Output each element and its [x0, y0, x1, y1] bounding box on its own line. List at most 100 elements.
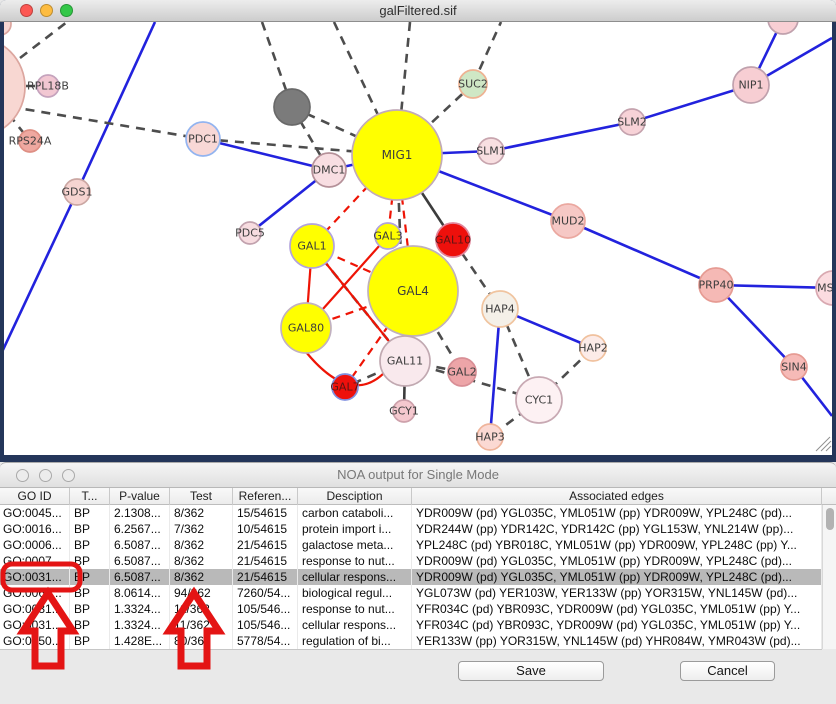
table-row[interactable]: GO:0031...BP6.5087...8/36221/54615cellul… — [0, 569, 822, 585]
traffic-lights-inactive — [16, 469, 75, 482]
table-row[interactable]: GO:0031...BP1.3324...11/362105/546...res… — [0, 601, 822, 617]
cell-p_value: 2.1308... — [110, 505, 170, 521]
node-GAL11[interactable]: GAL11 — [380, 336, 430, 386]
cell-p_value: 6.2567... — [110, 521, 170, 537]
table-row[interactable]: GO:0031...BP1.3324...11/362105/546...cel… — [0, 617, 822, 633]
cell-p_value: 1.3324... — [110, 601, 170, 617]
cell-reference: 105/546... — [233, 617, 298, 633]
column-header-description[interactable]: Desciption — [298, 488, 412, 505]
minimize-icon[interactable] — [40, 4, 53, 17]
cell-test: 94/362 — [170, 585, 233, 601]
noa-window-title: NOA output for Single Mode — [0, 463, 836, 487]
table-row[interactable]: GO:0016...BP6.2567...7/36210/54615protei… — [0, 521, 822, 537]
node-GAL7[interactable]: GAL7 — [330, 374, 359, 400]
network-canvas[interactable]: RPL18B RPS24A GDS1 PDC1 MIG1 SUC2 SLM1 DMC1 PDC5… — [4, 22, 832, 455]
table-row[interactable]: GO:0050...BP1.428E...80/3625778/54...reg… — [0, 633, 822, 649]
node-PDC1[interactable]: PDC1 — [186, 122, 220, 156]
table-row[interactable]: GO:0065...BP8.0614...94/3627260/54...bio… — [0, 585, 822, 601]
node-CYC1[interactable]: CYC1 — [516, 377, 562, 423]
node-corner-top-left[interactable] — [4, 22, 11, 35]
close-icon[interactable] — [20, 4, 33, 17]
node-DMC1[interactable]: DMC1 — [312, 153, 346, 187]
cell-reference: 7260/54... — [233, 585, 298, 601]
cell-description: regulation of bi... — [298, 633, 412, 649]
node-label-GAL80: GAL80 — [288, 322, 324, 335]
graph-window-title: galFiltered.sif — [0, 0, 836, 21]
cell-type: BP — [70, 505, 110, 521]
cell-associated_edges: YFR034C (pd) YBR093C, YDR009W (pd) YGL03… — [412, 617, 822, 633]
traffic-lights — [20, 4, 73, 17]
cell-reference: 15/54615 — [233, 505, 298, 521]
cell-test: 11/362 — [170, 601, 233, 617]
table-body: GO:0045...BP2.1308...8/36215/54615carbon… — [0, 505, 822, 650]
node-GAL2[interactable]: GAL2 — [447, 358, 476, 386]
node-GAL3[interactable]: GAL3 — [373, 223, 402, 249]
node-GAL4[interactable]: GAL4 — [368, 246, 458, 336]
node-GAL80[interactable]: GAL80 — [281, 303, 331, 353]
edge-PDC1-DMC1 — [203, 139, 329, 170]
cancel-button[interactable]: Cancel — [680, 661, 775, 681]
zoom-icon[interactable] — [62, 469, 75, 482]
cell-type: BP — [70, 537, 110, 553]
table-row[interactable]: GO:0007...BP6.5087...8/36221/54615respon… — [0, 553, 822, 569]
close-icon[interactable] — [16, 469, 29, 482]
cell-test: 8/362 — [170, 537, 233, 553]
noa-window: NOA output for Single Mode GO IDT...P-va… — [0, 462, 836, 704]
node-GAL1[interactable]: GAL1 — [290, 224, 334, 268]
cell-description: biological regul... — [298, 585, 412, 601]
node-MUD2[interactable]: MUD2 — [551, 204, 585, 238]
node-MIG1[interactable]: MIG1 — [352, 110, 442, 200]
cell-go_id: GO:0031... — [0, 617, 70, 633]
node-GAL10[interactable]: GAL10 — [435, 223, 471, 257]
zoom-icon[interactable] — [60, 4, 73, 17]
resize-grip[interactable] — [816, 437, 831, 451]
node-SLM1[interactable]: SLM1 — [476, 138, 506, 164]
column-header-reference[interactable]: Referen... — [233, 488, 298, 505]
cell-test: 8/362 — [170, 569, 233, 585]
vertical-scrollbar[interactable] — [822, 505, 836, 649]
column-header-type[interactable]: T... — [70, 488, 110, 505]
node-label-PDC5: PDC5 — [235, 227, 265, 240]
node-gray-node[interactable] — [274, 89, 310, 125]
node-label-SIN4: SIN4 — [781, 361, 806, 374]
node-label-PDC1: PDC1 — [188, 133, 218, 146]
cell-reference: 21/54615 — [233, 537, 298, 553]
column-header-associated_edges[interactable]: Associated edges — [412, 488, 822, 505]
cell-test: 8/362 — [170, 553, 233, 569]
table-row[interactable]: GO:0006...BP6.5087...8/36221/54615galact… — [0, 537, 822, 553]
node-big-left[interactable] — [4, 37, 25, 137]
cell-go_id: GO:0065... — [0, 585, 70, 601]
cell-reference: 21/54615 — [233, 553, 298, 569]
column-header-p_value[interactable]: P-value — [110, 488, 170, 505]
scrollbar-thumb[interactable] — [826, 508, 834, 530]
cell-associated_edges: YFR034C (pd) YBR093C, YDR009W (pd) YGL03… — [412, 601, 822, 617]
column-header-go_id[interactable]: GO ID — [0, 488, 70, 505]
cell-go_id: GO:0007... — [0, 553, 70, 569]
cell-type: BP — [70, 521, 110, 537]
node-SLM2[interactable]: SLM2 — [617, 109, 647, 135]
node-GCY1[interactable]: GCY1 — [389, 400, 419, 422]
node-PRP40[interactable]: PRP40 — [699, 268, 734, 302]
nodes-layer: RPL18B RPS24A GDS1 PDC1 MIG1 SUC2 SLM1 DMC1 PDC5… — [4, 22, 832, 450]
minimize-icon[interactable] — [39, 469, 52, 482]
node-GDS1[interactable]: GDS1 — [62, 179, 93, 205]
node-label-MSN5: MSN5 — [817, 282, 832, 295]
node-node-top-right[interactable] — [768, 22, 798, 34]
table-row[interactable]: GO:0045...BP2.1308...8/36215/54615carbon… — [0, 505, 822, 521]
node-SIN4[interactable]: SIN4 — [781, 354, 807, 380]
column-header-test[interactable]: Test — [170, 488, 233, 505]
save-button[interactable]: Save — [458, 661, 604, 681]
node-RPL18B[interactable]: RPL18B — [27, 75, 69, 97]
node-HAP3[interactable]: HAP3 — [475, 424, 504, 450]
node-MSN5[interactable]: MSN5 — [816, 271, 832, 305]
node-HAP4[interactable]: HAP4 — [482, 291, 518, 327]
node-SUC2[interactable]: SUC2 — [458, 70, 488, 98]
node-label-MIG1: MIG1 — [382, 148, 413, 162]
cell-associated_edges: YER133W (pp) YOR315W, YNL145W (pd) YHR08… — [412, 633, 822, 649]
cell-associated_edges: YDR244W (pp) YDR142C, YDR142C (pp) YGL15… — [412, 521, 822, 537]
node-HAP2[interactable]: HAP2 — [578, 335, 607, 361]
cell-test: 7/362 — [170, 521, 233, 537]
node-NIP1[interactable]: NIP1 — [733, 67, 769, 103]
node-RPS24A[interactable]: RPS24A — [9, 130, 52, 152]
node-label-GAL4: GAL4 — [397, 284, 429, 298]
